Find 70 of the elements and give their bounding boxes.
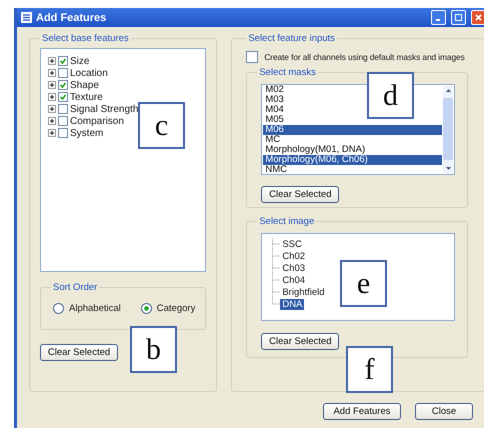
tree-item[interactable]: Shape (70, 80, 99, 90)
tree-item[interactable]: Texture (70, 92, 103, 102)
image-item[interactable]: DNA (280, 298, 304, 310)
tree-item[interactable]: Location (70, 68, 108, 78)
image-item[interactable]: SSC (280, 238, 304, 250)
scrollbar[interactable] (443, 86, 454, 173)
tree-line-icon (272, 250, 280, 262)
image-item[interactable]: Ch04 (280, 274, 308, 286)
mask-item[interactable]: NMC (263, 165, 442, 175)
radio-label[interactable]: Category (156, 303, 196, 314)
tree-line-icon (272, 274, 280, 286)
expand-icon[interactable] (48, 81, 56, 89)
callout-label: c (138, 102, 185, 149)
expand-icon[interactable] (48, 93, 56, 101)
window-title: Add Features (36, 12, 108, 24)
clear-selected-button[interactable]: Clear Selected (261, 333, 340, 350)
expand-icon[interactable] (48, 69, 56, 77)
callout-label: d (367, 72, 414, 119)
tree-line-icon (272, 238, 280, 250)
checkbox[interactable] (58, 116, 68, 126)
group-legend: Select image (257, 216, 316, 227)
radio-dot-icon (144, 306, 149, 311)
group-legend: Select feature inputs (246, 33, 337, 44)
add-features-button[interactable]: Add Features (323, 403, 401, 420)
checkbox[interactable] (58, 68, 68, 78)
mask-item[interactable]: Morphology(M01, DNA) (263, 145, 442, 155)
expand-icon[interactable] (48, 117, 56, 125)
checkbox-label[interactable]: Create for all channels using default masks and images (264, 52, 465, 62)
checkbox[interactable] (58, 128, 68, 138)
clear-selected-button[interactable]: Clear Selected (261, 186, 340, 203)
tree-item[interactable]: Size (70, 56, 90, 66)
maximize-button[interactable] (451, 10, 466, 25)
close-button[interactable] (471, 10, 484, 25)
radio-button[interactable] (140, 303, 152, 314)
tree-item[interactable]: Comparison (70, 116, 124, 126)
tree-line-icon (272, 262, 280, 274)
group-legend: Sort Order (51, 282, 100, 293)
checkbox[interactable] (58, 56, 68, 66)
clear-selected-button[interactable]: Clear Selected (40, 344, 118, 361)
check-icon (60, 58, 66, 64)
minimize-button[interactable] (431, 10, 446, 25)
group-legend: Select base features (40, 33, 131, 44)
expand-icon[interactable] (48, 57, 56, 65)
checkbox[interactable] (58, 104, 68, 114)
image-item[interactable]: Ch03 (280, 262, 308, 274)
maximize-icon (455, 14, 462, 21)
mask-item[interactable]: MC (263, 135, 442, 145)
checkbox[interactable] (58, 92, 68, 102)
expand-icon[interactable] (48, 105, 56, 113)
callout-label: f (346, 346, 393, 393)
mask-item[interactable]: Morphology(M06, Ch06) (263, 155, 442, 165)
expand-icon[interactable] (48, 129, 56, 137)
tree-line-icon (272, 286, 280, 298)
group-legend: Select masks (257, 67, 318, 78)
tree-item[interactable]: Signal Strength (70, 104, 138, 114)
close-icon (475, 14, 482, 21)
callout-label: e (340, 260, 387, 307)
tree-item[interactable]: System (70, 128, 104, 138)
image-item[interactable]: Ch02 (280, 250, 308, 262)
app-icon (21, 12, 32, 23)
callout-label: b (130, 326, 177, 373)
radio-label[interactable]: Alphabetical (69, 303, 121, 314)
scroll-down-icon[interactable] (444, 166, 452, 171)
scroll-up-icon[interactable] (444, 88, 452, 93)
mask-item[interactable]: M06 (263, 125, 442, 135)
close-dialog-button[interactable]: Close (415, 403, 473, 420)
image-item[interactable]: Brightfield (280, 286, 327, 298)
checkbox[interactable] (246, 51, 258, 63)
checkbox[interactable] (58, 80, 68, 90)
radio-button[interactable] (53, 303, 64, 314)
